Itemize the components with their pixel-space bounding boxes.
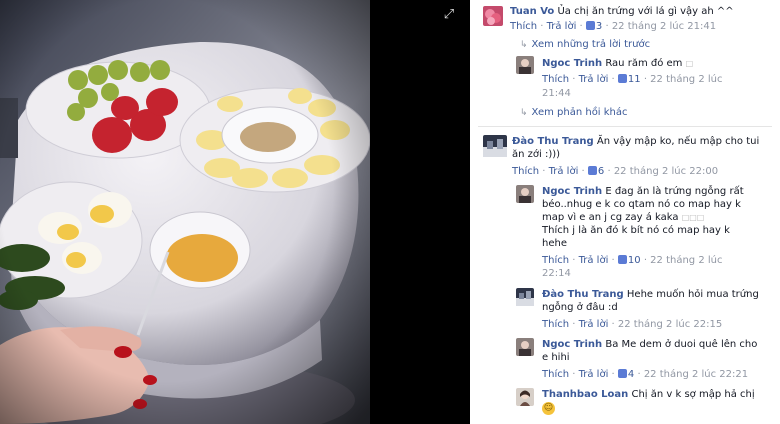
reply-link[interactable]: Trả lời [579,74,609,85]
comment-meta: Thích · Trả lời · 11 · 22 tháng 2 lúc [542,74,723,85]
avatar[interactable] [516,388,534,406]
view-other-replies-link[interactable]: ↳ Xem phản hồi khác [520,106,628,120]
comment-author[interactable]: Ngoc Trinh [542,186,602,197]
comment-author[interactable]: Đào Thu Trang [542,289,624,300]
comment-body: Đào Thu Trang Hehe muốn hỏi mua trứng ng… [542,288,774,314]
comment-time[interactable]: 22 tháng 2 lúc [650,74,722,85]
smiley-emoji-icon: ☺ [542,402,555,415]
comment-text: Chị ăn v k sợ mập hả chị [631,389,755,400]
comment-text: Ba Me dem ở duoi quê lên cho [605,339,758,350]
like-link[interactable]: Thích [510,21,537,32]
avatar[interactable] [516,338,534,356]
comment-time[interactable]: 22 tháng 2 lúc [650,255,722,266]
like-link[interactable]: Thích [542,369,569,380]
reply-link[interactable]: Trả lời [549,166,579,177]
comment-time-cont[interactable]: 21:44 [542,87,571,100]
avatar[interactable] [516,56,534,74]
comment-text: Rau răm đó em [605,58,683,69]
comment-meta: Thích · Trả lời · 6 · 22 tháng 2 lúc 22:… [512,166,719,177]
photo-viewer[interactable]: ⤢ [0,0,470,424]
avatar[interactable] [516,288,534,306]
like-link[interactable]: Thích [542,74,569,85]
comment-text-cont: hehe [542,238,567,249]
reply-link[interactable]: Trả lời [579,255,609,266]
comment-text: E đag ăn là trứng ngỗng rất [605,186,744,197]
reply-link[interactable]: Trả lời [579,319,609,330]
comment-text: Hehe muốn hỏi mua trứng [626,289,759,300]
like-thumb-icon [617,74,627,83]
comments-panel: Tuan Vo Ủa chị ăn trứng với lá gì vậy ah… [470,0,780,424]
expand-icon[interactable]: ⤢ [442,8,456,22]
comment-text-cont: Thích j là ăn đó k bít nó có map hay k [542,225,730,236]
reply-link[interactable]: Trả lời [547,21,577,32]
reply-arrow-icon: ↳ [520,40,528,50]
avatar[interactable] [483,6,503,26]
comment-time[interactable]: 22 tháng 2 lúc 22:15 [618,319,722,330]
comment-time[interactable]: 22 tháng 2 lúc 22:00 [614,166,718,177]
avatar[interactable] [516,185,534,203]
like-thumb-icon [617,255,627,264]
comment-body: Thanhbao Loan Chị ăn v k sợ mập hả chị ☺ [542,388,774,415]
comment-author[interactable]: Tuan Vo [510,6,554,17]
comment-text-cont: ăn zới :))) [512,149,561,160]
comment-author[interactable]: Ngoc Trinh [542,58,602,69]
comment-body: Ngoc Trinh Rau răm đó em □ [542,57,772,70]
comment-text-cont: map vì e an j cg zay á kaka [542,212,679,223]
like-thumb-icon [587,166,597,175]
like-count[interactable]: 4 [628,369,634,380]
like-thumb-icon [585,21,595,30]
comment-time[interactable]: 22 tháng 2 lúc 22:21 [644,369,748,380]
comment-text: Ăn vậy mập ko, nếu mập cho tui [596,136,760,147]
comment-author[interactable]: Ngoc Trinh [542,339,602,350]
comment-author[interactable]: Đào Thu Trang [512,136,594,147]
like-thumb-icon [617,369,627,378]
like-count[interactable]: 11 [628,74,641,85]
comment-text-end: □□□ [681,213,705,222]
comment-text-cont: ngỗng ở đâu :d [542,302,618,313]
comment-body: Tuan Vo Ủa chị ăn trứng với lá gì vậy ah… [510,5,775,18]
comment-body: Ngoc Trinh Ba Me dem ở duoi quê lên cho … [542,338,774,364]
divider [478,126,772,127]
like-count[interactable]: 6 [598,166,604,177]
comment-text-end: □ [685,59,694,68]
food-photo [0,0,470,424]
avatar[interactable] [483,135,507,157]
comment-body: Ngoc Trinh E đag ăn là trứng ngỗng rất b… [542,185,774,250]
like-link[interactable]: Thích [512,166,539,177]
comment-meta: Thích · Trả lời · 10 · 22 tháng 2 lúc [542,255,723,266]
comment-meta: Thích · Trả lời · 3 · 22 tháng 2 lúc 21:… [510,21,717,32]
like-count[interactable]: 3 [596,21,602,32]
like-link[interactable]: Thích [542,255,569,266]
comment-time[interactable]: 22 tháng 2 lúc 21:41 [612,21,716,32]
comment-meta: Thích · Trả lời · 22 tháng 2 lúc 22:15 [542,319,723,330]
comment-text-cont: e hihi [542,352,570,363]
comment-body: Đào Thu Trang Ăn vậy mập ko, nếu mập cho… [512,135,774,161]
reply-link[interactable]: Trả lời [579,369,609,380]
comment-time-cont[interactable]: 22:14 [542,267,571,280]
like-link[interactable]: Thích [542,319,569,330]
comment-meta: Thích · Trả lời · 4 · 22 tháng 2 lúc 22:… [542,369,749,380]
like-count[interactable]: 10 [628,255,641,266]
comment-text-cont: béo..nhug e k co qtam nó co map hay k [542,199,741,210]
comment-author[interactable]: Thanhbao Loan [542,389,628,400]
comment-text: Ủa chị ăn trứng với lá gì vậy ah ^^ [557,6,734,17]
reply-arrow-icon: ↳ [520,108,528,118]
view-previous-replies-link[interactable]: ↳ Xem những trả lời trước [520,38,650,52]
